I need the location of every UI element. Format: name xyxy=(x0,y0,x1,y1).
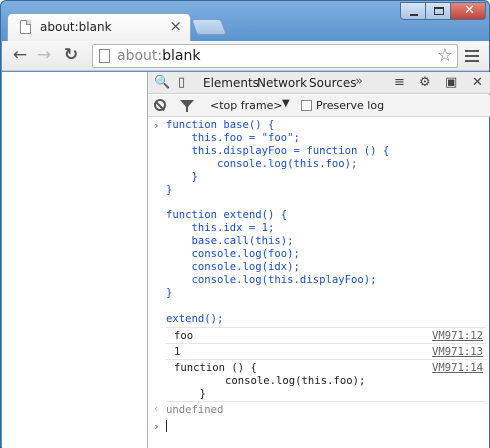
tab-about-blank[interactable]: about:blank × xyxy=(7,13,191,41)
menu-icon[interactable] xyxy=(465,50,479,65)
close-devtools-icon[interactable]: ✕ xyxy=(472,75,483,90)
preserve-log-label: Preserve log xyxy=(316,99,385,112)
device-mode-icon[interactable]: ▯ xyxy=(178,75,185,90)
close-tab-icon[interactable]: × xyxy=(169,17,182,35)
code-line: console.log(this.displayFoo); xyxy=(166,273,377,286)
devtools-panel: 🔍 ▯ Elements Network Sources » ≡ ⚙ ▣ ✕ <… xyxy=(147,72,490,448)
tab-elements[interactable]: Elements xyxy=(203,76,259,90)
url-scheme: about: xyxy=(117,48,163,64)
code-line: console.log(foo); xyxy=(166,248,300,261)
more-tabs-icon[interactable]: » xyxy=(355,74,363,89)
log-row: 1 VM971:13 xyxy=(166,343,486,359)
minimize-icon xyxy=(410,14,418,16)
code-line: function base() { xyxy=(166,119,275,131)
entered-code: function base() { this.foo = "foo"; this… xyxy=(166,119,389,326)
chevron-down-icon[interactable]: ▼ xyxy=(282,98,290,109)
filter-icon[interactable] xyxy=(180,100,194,112)
new-tab-button[interactable] xyxy=(191,19,227,35)
code-line: } xyxy=(166,170,198,183)
log-row: function () { console.log(this.foo); } V… xyxy=(166,359,486,401)
code-line: base.call(this); xyxy=(166,235,294,248)
tab-sources[interactable]: Sources xyxy=(309,76,356,90)
code-line: this.idx = 1; xyxy=(166,222,275,235)
code-line: function extend() { xyxy=(166,209,288,222)
forward-arrow-icon[interactable]: → xyxy=(33,44,55,66)
input-prompt-icon: › xyxy=(153,420,160,433)
page-content xyxy=(2,72,147,448)
console-drawer-icon[interactable]: ≡ xyxy=(394,75,405,90)
tab-title: about:blank xyxy=(40,20,112,34)
gear-icon[interactable]: ⚙ xyxy=(419,75,431,90)
minimize-button[interactable] xyxy=(400,2,426,20)
result-text: undefined xyxy=(166,404,224,416)
browser-toolbar: ← → ↻ about:blank ☆ xyxy=(2,41,489,71)
code-line: console.log(idx); xyxy=(166,260,300,273)
back-arrow-icon[interactable]: ← xyxy=(9,44,31,66)
code-line: this.foo = "foo"; xyxy=(166,131,300,144)
frame-selector[interactable]: <top frame> xyxy=(210,99,283,112)
tab-network[interactable]: Network xyxy=(257,76,307,90)
url-text: about:blank xyxy=(117,48,200,64)
log-text: foo xyxy=(174,330,194,342)
reload-icon[interactable]: ↻ xyxy=(60,44,82,66)
console-toolbar: <top frame> ▼ Preserve log xyxy=(148,95,490,117)
input-prompt-icon: › xyxy=(153,119,160,132)
close-window-button[interactable]: ✕ xyxy=(450,2,486,20)
log-source-link[interactable]: VM971:14 xyxy=(432,362,483,375)
address-bar[interactable]: about:blank ☆ xyxy=(92,44,458,68)
maximize-icon xyxy=(434,7,444,15)
log-text: function () { console.log(this.foo); } xyxy=(174,362,366,400)
code-line: this.displayFoo = function () { xyxy=(166,144,390,157)
maximize-button[interactable] xyxy=(425,2,451,20)
log-source-link[interactable]: VM971:12 xyxy=(432,330,483,343)
log-row: foo VM971:12 xyxy=(166,327,486,343)
code-line: } xyxy=(166,286,173,299)
search-icon[interactable]: 🔍 xyxy=(154,75,170,90)
page-icon xyxy=(20,20,31,34)
dock-icon[interactable]: ▣ xyxy=(445,75,457,90)
preserve-log-checkbox[interactable] xyxy=(301,100,312,111)
browser-window: about:blank × ✕ ← → ↻ about:blank ☆ 🔍 ▯ … xyxy=(0,0,490,448)
url-host: blank xyxy=(162,48,201,64)
clear-console-icon[interactable] xyxy=(154,99,166,111)
text-cursor xyxy=(166,420,167,432)
code-line: } xyxy=(166,183,173,196)
bookmark-star-icon[interactable]: ☆ xyxy=(437,45,453,66)
devtools-tabbar: 🔍 ▯ Elements Network Sources » ≡ ⚙ ▣ ✕ xyxy=(148,72,490,94)
console-output[interactable]: › function base() { this.foo = "foo"; th… xyxy=(148,118,490,448)
result-row: ‹ undefined xyxy=(153,401,486,417)
log-text: 1 xyxy=(174,346,181,358)
code-line: extend(); xyxy=(166,312,224,325)
close-icon: ✕ xyxy=(464,3,475,18)
page-icon xyxy=(99,49,110,63)
result-arrow-icon: ‹ xyxy=(153,403,160,415)
code-line: console.log(this.foo); xyxy=(166,157,358,170)
log-source-link[interactable]: VM971:13 xyxy=(432,346,483,359)
